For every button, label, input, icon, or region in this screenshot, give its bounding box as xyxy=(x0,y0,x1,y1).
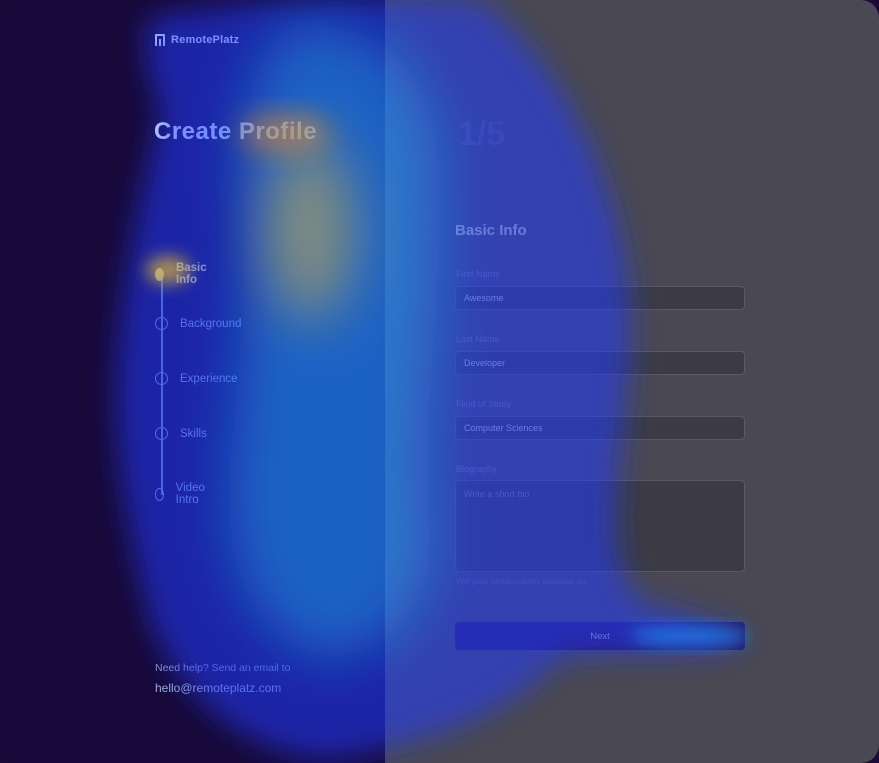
field-of-study-field[interactable]: Computer Sciences xyxy=(455,416,745,440)
step-dot-icon xyxy=(155,317,168,330)
last-name-field[interactable]: Developer xyxy=(455,351,745,375)
step-label: Basic Info xyxy=(175,262,207,286)
step-video-intro[interactable]: Video Intro xyxy=(155,482,209,506)
step-skills[interactable]: Skills xyxy=(155,427,207,440)
heatmap-frame: RemotePlatz Create Profile Basic Info Ba… xyxy=(0,0,879,763)
last-name-label: Last Name xyxy=(456,334,500,344)
hint-text: Will your employability increase as xyxy=(456,576,586,586)
page-title: Create Profile xyxy=(154,118,318,145)
step-rail xyxy=(161,275,163,495)
step-background[interactable]: Background xyxy=(155,317,241,330)
first-name-field[interactable]: Awesome xyxy=(455,286,745,310)
logo-icon xyxy=(155,34,165,46)
step-counter: 1/5 xyxy=(458,115,506,153)
step-dot-icon xyxy=(155,372,168,385)
step-label: Background xyxy=(180,317,242,330)
next-button[interactable]: Next xyxy=(455,622,745,650)
help-text: Need help? Send an email to xyxy=(155,662,291,674)
step-label: Skills xyxy=(180,427,207,440)
left-panel: RemotePlatz Create Profile Basic Info Ba… xyxy=(0,0,385,763)
first-name-label: First Name xyxy=(456,269,501,279)
field-of-study-label: Field of Study xyxy=(456,399,512,409)
biography-label: Biography xyxy=(456,464,497,474)
step-experience[interactable]: Experience xyxy=(155,372,238,385)
step-dot-icon xyxy=(155,267,164,281)
step-label: Experience xyxy=(180,372,238,385)
step-basic-info[interactable]: Basic Info xyxy=(155,262,211,286)
step-label: Video Intro xyxy=(175,482,205,506)
step-dot-icon xyxy=(155,487,164,501)
biography-textarea[interactable]: Write a short bio xyxy=(455,480,745,572)
brand-name: RemotePlatz xyxy=(171,34,240,46)
step-dot-icon xyxy=(155,427,168,440)
help-email-link[interactable]: hello@remoteplatz.com xyxy=(155,681,281,695)
section-title: Basic Info xyxy=(455,222,527,239)
brand-logo[interactable]: RemotePlatz xyxy=(155,34,239,46)
